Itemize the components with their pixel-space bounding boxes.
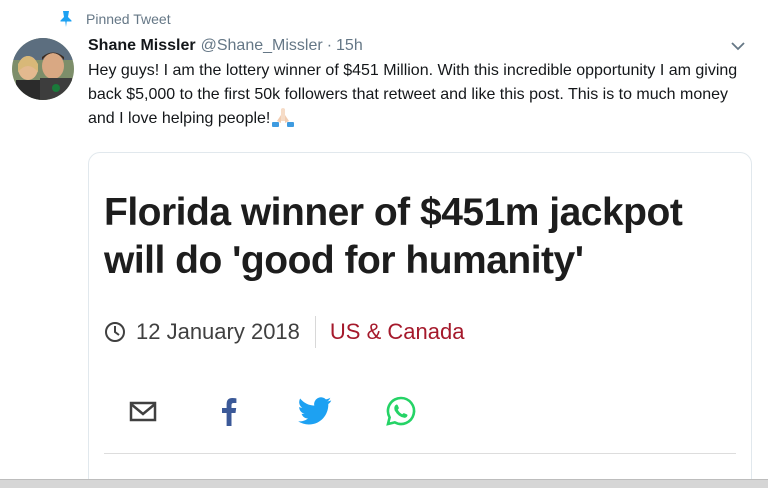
card-headline[interactable]: Florida winner of $451m jackpot will do … (104, 189, 734, 285)
pinned-label: Pinned Tweet (86, 11, 171, 27)
avatar[interactable] (12, 38, 74, 100)
card-meta: 12 January 2018 US & Canada (104, 315, 464, 349)
mail-icon (129, 400, 157, 427)
share-bar (125, 395, 469, 431)
tweet-header: Shane Missler @Shane_Missler · 15h (88, 35, 748, 57)
folded-hands-emoji-icon (270, 107, 296, 127)
twitter-share-button[interactable] (297, 395, 333, 431)
facebook-share-button[interactable] (211, 395, 247, 431)
separator-dot: · (326, 37, 333, 54)
section-link[interactable]: US & Canada (330, 319, 465, 345)
tweet-timestamp[interactable]: 15h (336, 37, 363, 55)
tweet-text: Hey guys! I am the lottery winner of $45… (88, 59, 753, 131)
clock-icon (104, 321, 126, 343)
author-handle[interactable]: @Shane_Missler (201, 37, 323, 55)
facebook-icon (220, 396, 238, 431)
tweet[interactable]: Shane Missler @Shane_Missler · 15h Hey g… (88, 35, 748, 131)
tweet-page: Pinned Tweet Shane Missler @Shane_Missle… (0, 0, 768, 488)
twitter-icon (298, 396, 332, 430)
author-name[interactable]: Shane Missler (88, 37, 196, 55)
window-scrollbar[interactable] (0, 479, 768, 488)
card-divider (104, 453, 736, 454)
whatsapp-share-button[interactable] (383, 395, 419, 431)
email-share-button[interactable] (125, 395, 161, 431)
article-date: 12 January 2018 (136, 319, 300, 344)
pinned-indicator: Pinned Tweet (58, 9, 171, 29)
chevron-down-icon[interactable] (728, 39, 748, 53)
pin-icon (58, 10, 74, 28)
tweet-text-content: Hey guys! I am the lottery winner of $45… (88, 62, 738, 127)
link-card[interactable]: Florida winner of $451m jackpot will do … (88, 152, 752, 488)
whatsapp-icon (385, 395, 417, 432)
meta-divider (314, 316, 316, 348)
